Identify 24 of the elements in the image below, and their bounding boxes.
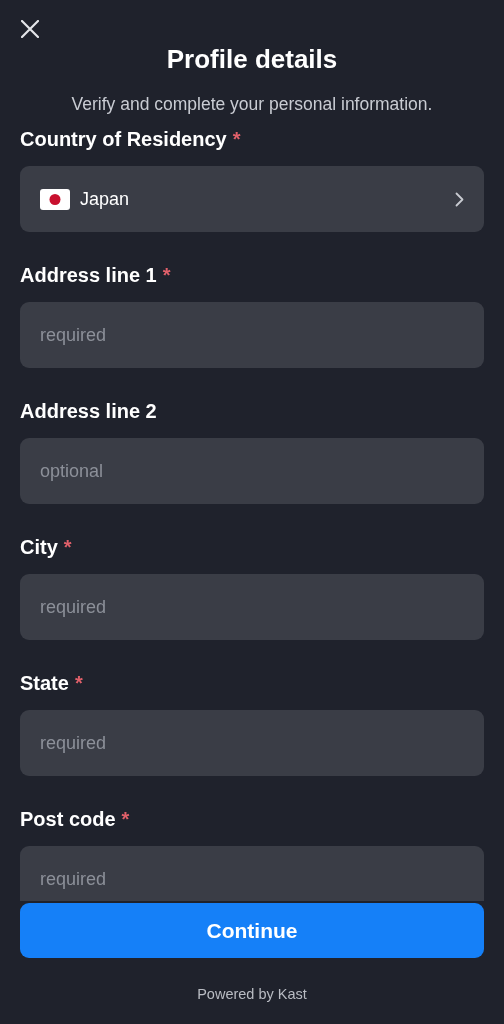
close-icon[interactable] <box>21 20 39 38</box>
required-mark: * <box>121 808 130 831</box>
field-label: State <box>20 672 69 695</box>
chevron-right-icon <box>455 191 464 207</box>
flag-icon <box>40 188 70 210</box>
page-title: Profile details <box>165 44 339 74</box>
field-label: City <box>20 536 58 559</box>
input-field[interactable]: optional <box>20 438 484 504</box>
required-mark: * <box>162 264 171 287</box>
input-field[interactable]: required <box>20 710 484 776</box>
field-label: Address line 2 <box>20 400 157 423</box>
field-label: Address line 1 <box>20 264 157 287</box>
input-field[interactable]: required <box>20 302 484 368</box>
continue-button[interactable]: Continue <box>20 903 484 958</box>
required-mark: * <box>63 536 72 559</box>
field-label: Post code <box>20 808 116 831</box>
field-label: Country of Residency <box>20 128 227 151</box>
input-field[interactable]: required <box>20 574 484 640</box>
required-mark: * <box>232 128 241 151</box>
required-mark: * <box>74 672 83 695</box>
powered-by-text: Powered by Kast <box>197 986 307 1002</box>
subtitle: Verify and complete your personal information. <box>70 93 434 116</box>
country-select[interactable]: Japan <box>20 166 484 232</box>
input-field[interactable]: required <box>20 846 484 901</box>
